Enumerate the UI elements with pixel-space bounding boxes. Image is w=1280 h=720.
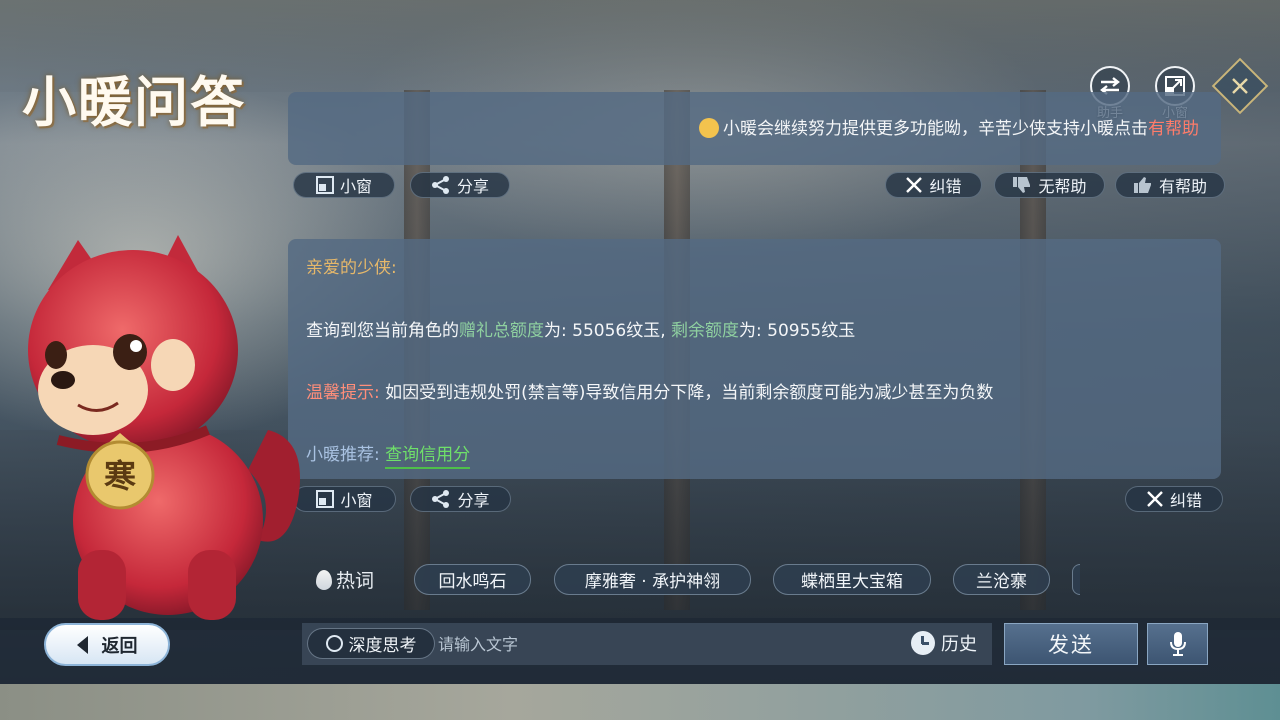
hot-word-chip[interactable]: 摩雅奢 · 承护神翎 — [554, 564, 751, 595]
answer1-text-highlight: 有帮助 — [1148, 119, 1199, 139]
answer-bubble-2: 亲爱的少侠: 查询到您当前角色的赠礼总额度为: 55056纹玉, 剩余额度为: … — [288, 239, 1221, 479]
answer2-share-button[interactable]: 分享 — [410, 486, 511, 512]
flame-icon — [316, 569, 332, 590]
answer2-greeting: 亲爱的少侠: — [306, 258, 397, 278]
answer2-tip-text: 如因受到违规处罚(禁言等)导致信用分下降，当前剩余额度可能为减少甚至为负数 — [385, 383, 994, 403]
cross-icon — [1147, 491, 1163, 507]
answer2-remaining-label: 剩余额度 — [671, 321, 740, 341]
answer2-correct-button[interactable]: 纠错 — [1125, 486, 1223, 512]
thumbs-up-icon — [1133, 177, 1151, 193]
microphone-button[interactable] — [1147, 623, 1208, 665]
answer2-correct-label: 纠错 — [1169, 491, 1202, 510]
hot-words-label-text: 热词 — [336, 570, 375, 592]
answer2-share-label: 分享 — [457, 491, 490, 510]
back-button[interactable]: 返回 — [44, 623, 170, 666]
emoji-icon — [699, 118, 719, 138]
share-icon — [432, 490, 450, 508]
answer1-mini-window-label: 小窗 — [339, 177, 372, 196]
share-icon — [431, 176, 449, 194]
send-button[interactable]: 发送 — [1004, 623, 1138, 665]
thumbs-down-icon — [1013, 177, 1031, 193]
back-arrow-icon — [76, 635, 88, 654]
mini-window-icon — [315, 176, 334, 194]
answer1-mini-window-button[interactable]: 小窗 — [293, 172, 395, 198]
hot-words-label: 热词 — [316, 566, 374, 593]
hot-word-chip[interactable]: 蝶栖里大宝箱 — [773, 564, 931, 595]
hot-word-chip[interactable]: 回水鸣石 — [414, 564, 531, 595]
answer2-query-prefix: 查询到您当前角色的 — [306, 321, 459, 341]
answer1-share-button[interactable]: 分享 — [410, 172, 510, 198]
hot-word-chip-partial[interactable] — [1072, 564, 1080, 595]
answer2-tip-line: 温馨提示: 如因受到违规处罚(禁言等)导致信用分下降，当前剩余额度可能为减少甚至… — [306, 378, 1203, 403]
answer1-helpful-label: 有帮助 — [1158, 177, 1207, 196]
answer2-mini-window-label: 小窗 — [340, 491, 373, 510]
credit-score-link[interactable]: 查询信用分 — [385, 445, 471, 469]
answer1-helpful-button[interactable]: 有帮助 — [1115, 172, 1225, 198]
mascot-dog: 寒 — [28, 235, 300, 620]
radio-circle-icon — [325, 635, 343, 652]
deep-think-toggle[interactable]: 深度思考 — [307, 628, 435, 659]
answer2-gift-total-value: 为: 55056纹玉, — [544, 321, 666, 341]
answer1-text-prefix: 小暖会继续努力提供更多功能呦，辛苦少侠支持小暖点击 — [723, 119, 1148, 139]
clock-icon — [911, 631, 935, 655]
send-label: 发送 — [1048, 633, 1094, 657]
microphone-icon — [1169, 632, 1186, 656]
answer2-recommend-line: 小暖推荐: 查询信用分 — [306, 440, 1203, 469]
cross-icon — [906, 177, 923, 193]
history-label: 历史 — [941, 634, 977, 655]
answer2-gift-total-label: 赠礼总额度 — [459, 321, 544, 341]
deep-think-label: 深度思考 — [348, 636, 417, 656]
answer2-remaining-value: 为: 50955纹玉 — [739, 321, 856, 341]
answer1-correct-button[interactable]: 纠错 — [885, 172, 982, 198]
answer1-unhelpful-button[interactable]: 无帮助 — [994, 172, 1105, 198]
history-button[interactable]: 历史 — [911, 630, 977, 656]
answer1-share-label: 分享 — [456, 177, 489, 196]
mascot-tag-text: 寒 — [104, 457, 136, 495]
answer1-unhelpful-label: 无帮助 — [1038, 177, 1087, 196]
answer1-correct-label: 纠错 — [929, 177, 962, 196]
close-icon — [1232, 78, 1248, 94]
answer-bubble-1: 小暖会继续努力提供更多功能呦，辛苦少侠支持小暖点击有帮助 — [288, 92, 1221, 165]
answer2-query-line: 查询到您当前角色的赠礼总额度为: 55056纹玉, 剩余额度为: 50955纹玉 — [306, 316, 1203, 341]
hot-word-chip[interactable]: 兰沧寨 — [953, 564, 1050, 595]
answer1-text: 小暖会继续努力提供更多功能呦，辛苦少侠支持小暖点击有帮助 — [699, 114, 1199, 139]
question-input[interactable] — [438, 630, 878, 658]
mini-window-icon — [316, 490, 335, 508]
bottom-strip — [0, 684, 1280, 720]
back-label: 返回 — [101, 635, 138, 657]
app-title: 小暖问答 — [22, 70, 246, 134]
